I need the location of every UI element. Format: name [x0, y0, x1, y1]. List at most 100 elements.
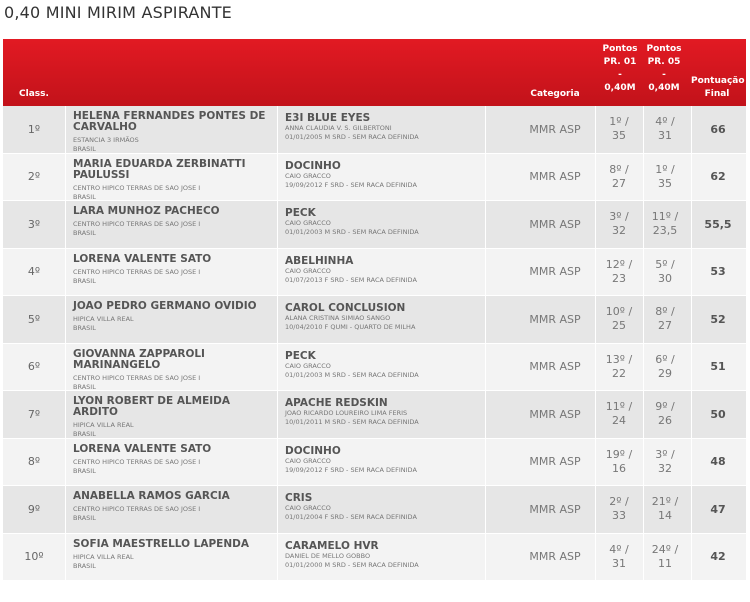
column-divider: [277, 106, 278, 153]
pr05-position: 1º /: [655, 162, 675, 176]
category: MMR ASP: [529, 360, 581, 374]
horse-name[interactable]: PECK: [285, 207, 485, 219]
final-score: 66: [710, 122, 726, 136]
header-final-line-1: Pontuação: [691, 76, 745, 86]
rider-club: CENTRO HIPICO TERRAS DE SAO JOSE I: [73, 267, 201, 276]
column-divider: [595, 106, 596, 153]
table-row: 6º GIOVANNA ZAPPAROLI MARINANGELO CENTRO…: [3, 343, 746, 392]
horse-name[interactable]: APACHE REDSKIN: [285, 397, 485, 409]
horse-info: 01/01/2005 M SRD - SEM RACA DEFINIDA: [285, 133, 419, 141]
rider-cell: LORENA VALENTE SATO CENTRO HIPICO TERRAS…: [73, 443, 273, 476]
rider-name[interactable]: HELENA FERNANDES PONTES DE CARVALHO: [73, 111, 273, 133]
horse-cell: PECK CAIO GRACCO 01/01/2003 M SRD - SEM …: [285, 350, 485, 380]
horse-name[interactable]: PECK: [285, 350, 485, 362]
horse-owner: ALANA CRISTINA SIMIAO SANGO: [285, 314, 391, 322]
header-pr01-line-3: -: [618, 70, 622, 80]
horse-owner: CAIO GRACCO: [285, 361, 331, 370]
horse-info: 01/07/2013 F SRD - SEM RACA DEFINIDA: [285, 275, 417, 284]
horse-info: 01/01/2004 F SRD - SEM RACA DEFINIDA: [285, 513, 417, 521]
rider-name[interactable]: GIOVANNA ZAPPAROLI MARINANGELO: [73, 348, 273, 371]
header-pontuacao-final[interactable]: Pontuação Final: [691, 75, 745, 101]
points-pr01: 8º / 27: [597, 154, 641, 201]
column-divider: [65, 296, 66, 343]
column-divider: [691, 296, 692, 343]
pr05-points: 27: [658, 319, 672, 333]
classification: 2º: [27, 170, 41, 184]
header-class[interactable]: Class.: [19, 88, 49, 101]
column-divider: [485, 486, 486, 533]
rider-name[interactable]: ANABELLA RAMOS GARCIA: [73, 491, 273, 502]
column-divider: [65, 248, 66, 295]
column-divider: [65, 438, 66, 485]
table-row: 1º HELENA FERNANDES PONTES DE CARVALHO E…: [3, 106, 746, 154]
horse-cell: E3I BLUE EYES ANNA CLAUDIA V. S. GILBERT…: [285, 112, 485, 142]
rider-cell: LARA MUNHOZ PACHECO CENTRO HIPICO TERRAS…: [73, 206, 273, 238]
rider-club: CENTRO HIPICO TERRAS DE SAO JOSE I: [73, 220, 201, 228]
horse-name[interactable]: DOCINHO: [285, 445, 485, 457]
rider-club: HIPICA VILLA REAL: [73, 315, 134, 323]
column-divider: [277, 248, 278, 295]
column-divider: [691, 533, 692, 580]
pr05-points: 31: [658, 129, 672, 143]
horse-owner: CAIO GRACCO: [285, 266, 331, 275]
horse-owner: DANIEL DE MELLO GOBBO: [285, 551, 371, 560]
classification: 6º: [27, 360, 41, 374]
rider-name[interactable]: SOFIA MAESTRELLO LAPENDA: [73, 538, 273, 550]
horse-name[interactable]: ABELHINHA: [285, 255, 485, 267]
pr01-points: 24: [612, 414, 626, 428]
pr01-position: 1º /: [609, 115, 629, 129]
pr05-position: 5º /: [655, 257, 675, 271]
horse-owner: CAIO GRACCO: [285, 219, 331, 227]
column-divider: [595, 343, 596, 390]
header-pontos-pr05[interactable]: Pontos PR. 05 - 0,40M: [643, 43, 685, 95]
rider-country: BRASIL: [73, 514, 96, 522]
points-pr05: 8º / 27: [643, 296, 687, 343]
pr05-points: 30: [658, 271, 672, 285]
final-score: 50: [710, 407, 726, 421]
pr01-position: 4º /: [609, 542, 629, 556]
horse-name[interactable]: CARAMELO HVR: [285, 540, 485, 552]
rider-name[interactable]: MARIA EDUARDA ZERBINATTI PAULUSSI: [73, 158, 273, 181]
pr05-points: 14: [658, 509, 672, 523]
table-row: 5º JOAO PEDRO GERMANO OVIDIO HIPICA VILL…: [3, 296, 746, 344]
rider-name[interactable]: LYON ROBERT DE ALMEIDA ARDITO: [73, 396, 273, 418]
horse-info: 19/09/2012 F SRD - SEM RACA DEFINIDA: [285, 180, 417, 189]
rider-cell: SOFIA MAESTRELLO LAPENDA HIPICA VILLA RE…: [73, 538, 273, 571]
rider-name[interactable]: LORENA VALENTE SATO: [73, 443, 273, 455]
final-score: 47: [710, 502, 726, 516]
rider-name[interactable]: LARA MUNHOZ PACHECO: [73, 206, 273, 217]
pr01-points: 22: [612, 366, 626, 380]
points-pr01: 19º / 16: [597, 439, 641, 486]
horse-cell: CRIS CAIO GRACCO 01/01/2004 F SRD - SEM …: [285, 492, 485, 522]
horse-cell: DOCINHO CAIO GRACCO 19/09/2012 F SRD - S…: [285, 445, 485, 475]
classification: 3º: [27, 217, 41, 231]
rider-name[interactable]: LORENA VALENTE SATO: [73, 253, 273, 265]
rider-club: CENTRO HIPICO TERRAS DE SAO JOSE I: [73, 505, 201, 513]
rider-club: HIPICA VILLA REAL: [73, 552, 134, 561]
column-divider: [65, 486, 66, 533]
rider-cell: GIOVANNA ZAPPAROLI MARINANGELO CENTRO HI…: [73, 348, 273, 392]
horse-info: 10/04/2010 F QUMI - QUARTO DE MILHA: [285, 323, 416, 331]
horse-name[interactable]: DOCINHO: [285, 160, 485, 172]
header-pontos-pr01[interactable]: Pontos PR. 01 - 0,40M: [599, 43, 641, 95]
pr05-position: 21º /: [651, 495, 679, 509]
points-pr01: 10º / 25: [597, 296, 641, 343]
table-row: 4º LORENA VALENTE SATO CENTRO HIPICO TER…: [3, 248, 746, 296]
pr05-points: 29: [658, 366, 672, 380]
header-categoria[interactable]: Categoria: [516, 88, 594, 101]
rider-cell: ANABELLA RAMOS GARCIA CENTRO HIPICO TERR…: [73, 491, 273, 523]
points-pr01: 3º / 32: [597, 201, 641, 248]
rider-name[interactable]: JOAO PEDRO GERMANO OVIDIO: [73, 301, 273, 312]
results-table: Class. Categoria Pontos PR. 01 - 0,40M P…: [3, 39, 746, 581]
horse-name[interactable]: CRIS: [285, 492, 485, 504]
column-divider: [595, 391, 596, 438]
points-pr05: 5º / 30: [643, 249, 687, 296]
horse-name[interactable]: E3I BLUE EYES: [285, 112, 485, 124]
horse-name[interactable]: CAROL CONCLUSION: [285, 302, 485, 314]
table-row: 9º ANABELLA RAMOS GARCIA CENTRO HIPICO T…: [3, 486, 746, 534]
points-pr01: 4º / 31: [597, 534, 641, 581]
table-row: 7º LYON ROBERT DE ALMEIDA ARDITO HIPICA …: [3, 391, 746, 439]
column-divider: [595, 438, 596, 485]
pr05-position: 11º /: [651, 210, 679, 224]
pr01-position: 13º /: [605, 352, 633, 366]
